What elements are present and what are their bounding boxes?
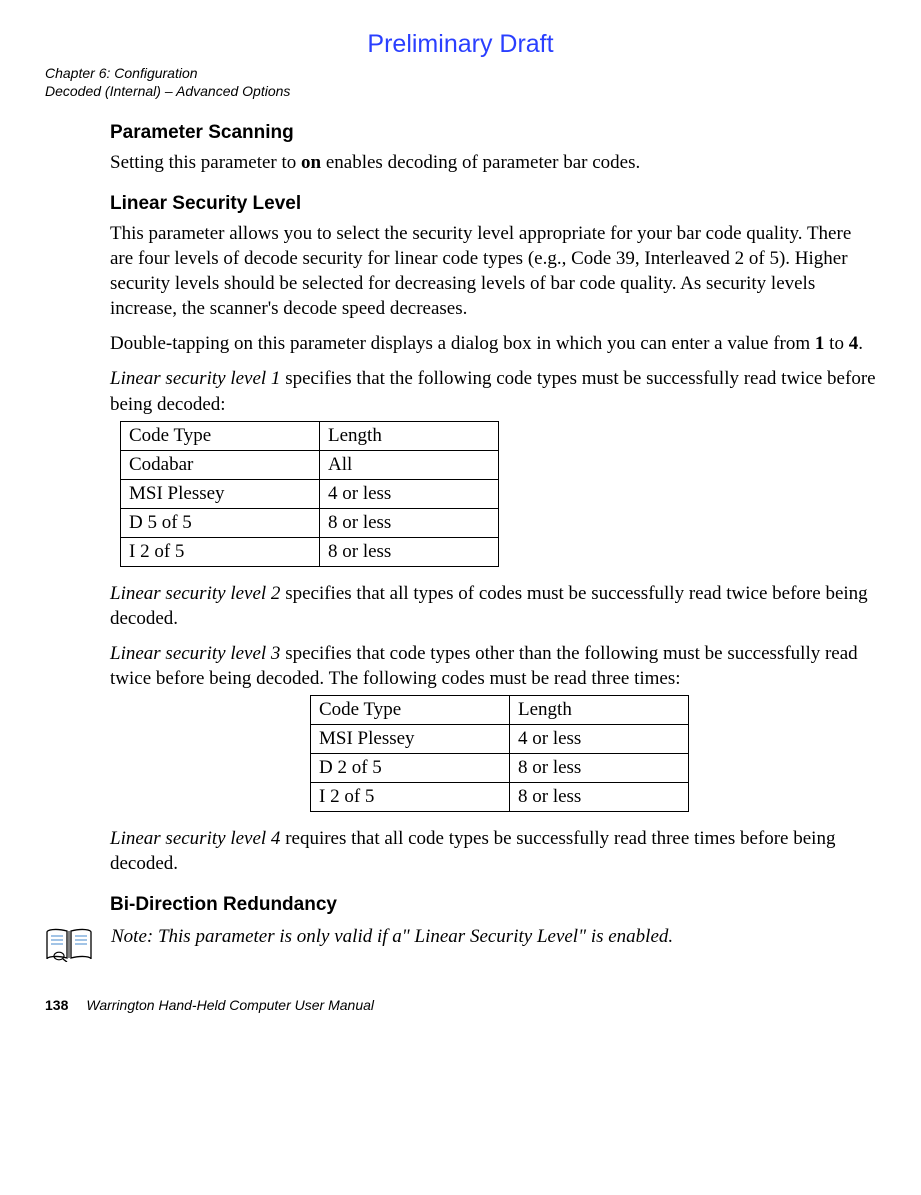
linear-sec-level4: Linear security level 4 requires that al… [110,826,876,876]
running-header: Chapter 6: Configuration Decoded (Intern… [45,65,876,100]
table-cell: 8 or less [510,782,689,811]
note-block: Note: This parameter is only valid if a"… [45,926,876,967]
page: Preliminary Draft Chapter 6: Configurati… [0,0,921,1033]
table-cell: Code Type [311,695,510,724]
text-italic-level3: Linear security level 3 [110,643,280,664]
page-footer: 138 Warrington Hand-Held Computer User Ma… [45,997,876,1013]
table-row: I 2 of 58 or less [311,782,689,811]
table-cell: Length [510,695,689,724]
note-text: Note: This parameter is only valid if a"… [111,926,673,948]
text-fragment: Double-tapping on this parameter display… [110,333,815,354]
text-bold-4: 4 [849,333,859,354]
parameter-scanning-body: Setting this parameter to on enables dec… [110,150,876,175]
page-number: 138 [45,997,68,1013]
text-fragment: . [858,333,863,354]
table-cell: Code Type [121,421,320,450]
heading-parameter-scanning: Parameter Scanning [110,122,876,144]
table-cell: All [320,450,499,479]
table-cell: D 5 of 5 [121,508,320,537]
text-fragment: enables decoding of parameter bar codes. [321,152,640,173]
table-level1-codes: Code TypeLength CodabarAll MSI Plessey4 … [120,421,499,567]
linear-sec-level3-intro: Linear security level 3 specifies that c… [110,641,876,691]
table-row: MSI Plessey4 or less [121,479,499,508]
table-cell: I 2 of 5 [311,782,510,811]
table-cell: Length [320,421,499,450]
main-content: Parameter Scanning Setting this paramete… [110,122,876,916]
heading-linear-security-level: Linear Security Level [110,193,876,215]
table-row: MSI Plessey4 or less [311,724,689,753]
text-fragment: Setting this parameter to [110,152,301,173]
table-cell: MSI Plessey [311,724,510,753]
table-cell: Codabar [121,450,320,479]
table-cell: 8 or less [510,753,689,782]
running-header-line1: Chapter 6: Configuration [45,65,876,83]
table-cell: MSI Plessey [121,479,320,508]
table-cell: 4 or less [320,479,499,508]
table-row: Code TypeLength [121,421,499,450]
table-row: CodabarAll [121,450,499,479]
table-cell: I 2 of 5 [121,537,320,566]
table-cell: 4 or less [510,724,689,753]
table-level3-codes: Code TypeLength MSI Plessey4 or less D 2… [310,695,689,812]
text-fragment: to [824,333,848,354]
linear-sec-level1-intro: Linear security level 1 specifies that t… [110,366,876,416]
text-italic-level1: Linear security level 1 [110,368,280,389]
text-italic-level4: Linear security level 4 [110,828,280,849]
table-row: D 2 of 58 or less [311,753,689,782]
table-cell: 8 or less [320,508,499,537]
book-note-icon [45,928,93,967]
table-row: Code TypeLength [311,695,689,724]
linear-sec-p2: Double-tapping on this parameter display… [110,331,876,356]
preliminary-draft-banner: Preliminary Draft [45,30,876,59]
heading-bi-direction-redundancy: Bi-Direction Redundancy [110,894,876,916]
table-row: D 5 of 58 or less [121,508,499,537]
linear-sec-p1: This parameter allows you to select the … [110,221,876,321]
text-bold-on: on [301,152,321,173]
table-row: I 2 of 58 or less [121,537,499,566]
linear-sec-level2: Linear security level 2 specifies that a… [110,581,876,631]
table-cell: 8 or less [320,537,499,566]
running-header-line2: Decoded (Internal) – Advanced Options [45,83,876,101]
text-bold-1: 1 [815,333,825,354]
footer-title: Warrington Hand-Held Computer User Manua… [86,997,374,1013]
table-cell: D 2 of 5 [311,753,510,782]
text-italic-level2: Linear security level 2 [110,583,280,604]
